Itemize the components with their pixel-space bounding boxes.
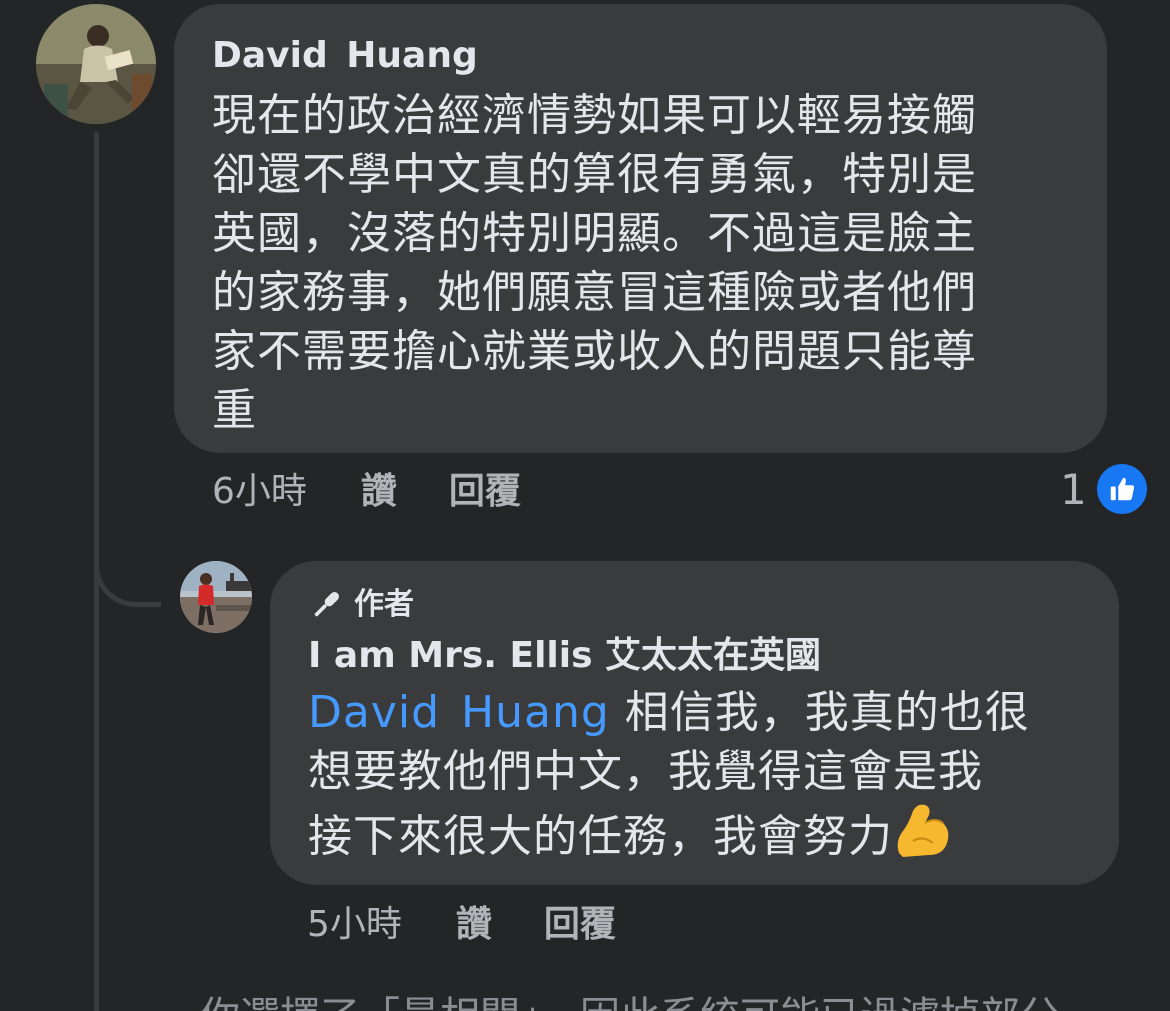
comment-text-line: 英國，沒落的特別明顯。不過這是臉主 — [212, 208, 977, 259]
mention-link[interactable]: David Huang — [308, 687, 610, 738]
reply-text-segment: 相信我，我真的也很 — [624, 687, 1030, 738]
comment-text-line: 卻還不學中文真的算很有勇氣，特別是 — [212, 149, 977, 200]
comment-text-line: 的家務事，她們願意冒這種險或者他們 — [212, 267, 977, 318]
author-badge-label: 作者 — [354, 587, 414, 622]
comment-text-line: 家不需要擔心就業或收入的問題只能尊 — [212, 326, 977, 377]
reply-connector-elbow — [94, 520, 161, 607]
avatar[interactable] — [36, 4, 156, 124]
reply-text: David Huang 相信我，我真的也很 想要教他們中文，我覺得這會是我 接下… — [308, 683, 1089, 866]
reply-avatar-image — [180, 561, 252, 633]
flexed-biceps-emoji — [897, 804, 949, 857]
author-badge: 作者 — [308, 585, 1089, 625]
reply-text-line: 想要教他們中文，我覺得這會是我 — [308, 746, 983, 797]
reply-button[interactable]: 回覆 — [449, 470, 521, 514]
comment-text-line: 重 — [212, 385, 257, 436]
reply-author-name[interactable]: I am Mrs. Ellis 艾太太在英國 — [308, 631, 1089, 681]
comment-actions: 6小時 讚 回覆 — [212, 470, 573, 514]
avatar-image — [36, 4, 156, 124]
like-button[interactable]: 讚 — [361, 470, 397, 514]
reply-avatar[interactable] — [180, 561, 252, 633]
comment-timestamp[interactable]: 6小時 — [212, 470, 307, 514]
reply-reply-button[interactable]: 回覆 — [544, 903, 616, 947]
microphone-icon — [314, 592, 339, 617]
comment-bubble: David Huang 現在的政治經濟情勢如果可以輕易接觸 卻還不學中文真的算很… — [174, 4, 1107, 453]
reply-actions: 5小時 讚 回覆 — [307, 903, 668, 947]
reply-text-line: 接下來很大的任務，我會努力 — [308, 801, 1089, 866]
reply-like-button[interactable]: 讚 — [456, 903, 492, 947]
reply-text-segment: 接下來很大的任務，我會努力 — [308, 811, 893, 862]
comment-thread: David Huang 現在的政治經濟情勢如果可以輕易接觸 卻還不學中文真的算很… — [0, 0, 1170, 1011]
thumbs-up-icon — [1096, 464, 1147, 514]
comment-text-line: 現在的政治經濟情勢如果可以輕易接觸 — [212, 90, 977, 141]
reply-bubble: 作者 I am Mrs. Ellis 艾太太在英國 David Huang 相信… — [270, 561, 1119, 885]
filter-notice: 你選擇了「最相關」，因此系統可能已過濾掉部分 — [200, 992, 1060, 1011]
comment-author-name[interactable]: David Huang — [212, 34, 1073, 78]
comment-text: 現在的政治經濟情勢如果可以輕易接觸 卻還不學中文真的算很有勇氣，特別是 英國，沒… — [212, 86, 1073, 440]
reply-timestamp[interactable]: 5小時 — [307, 903, 402, 947]
reaction-summary[interactable]: 1 — [1060, 464, 1147, 514]
reply-text-line: David Huang 相信我，我真的也很 — [308, 683, 1089, 742]
reaction-count: 1 — [1060, 464, 1087, 514]
